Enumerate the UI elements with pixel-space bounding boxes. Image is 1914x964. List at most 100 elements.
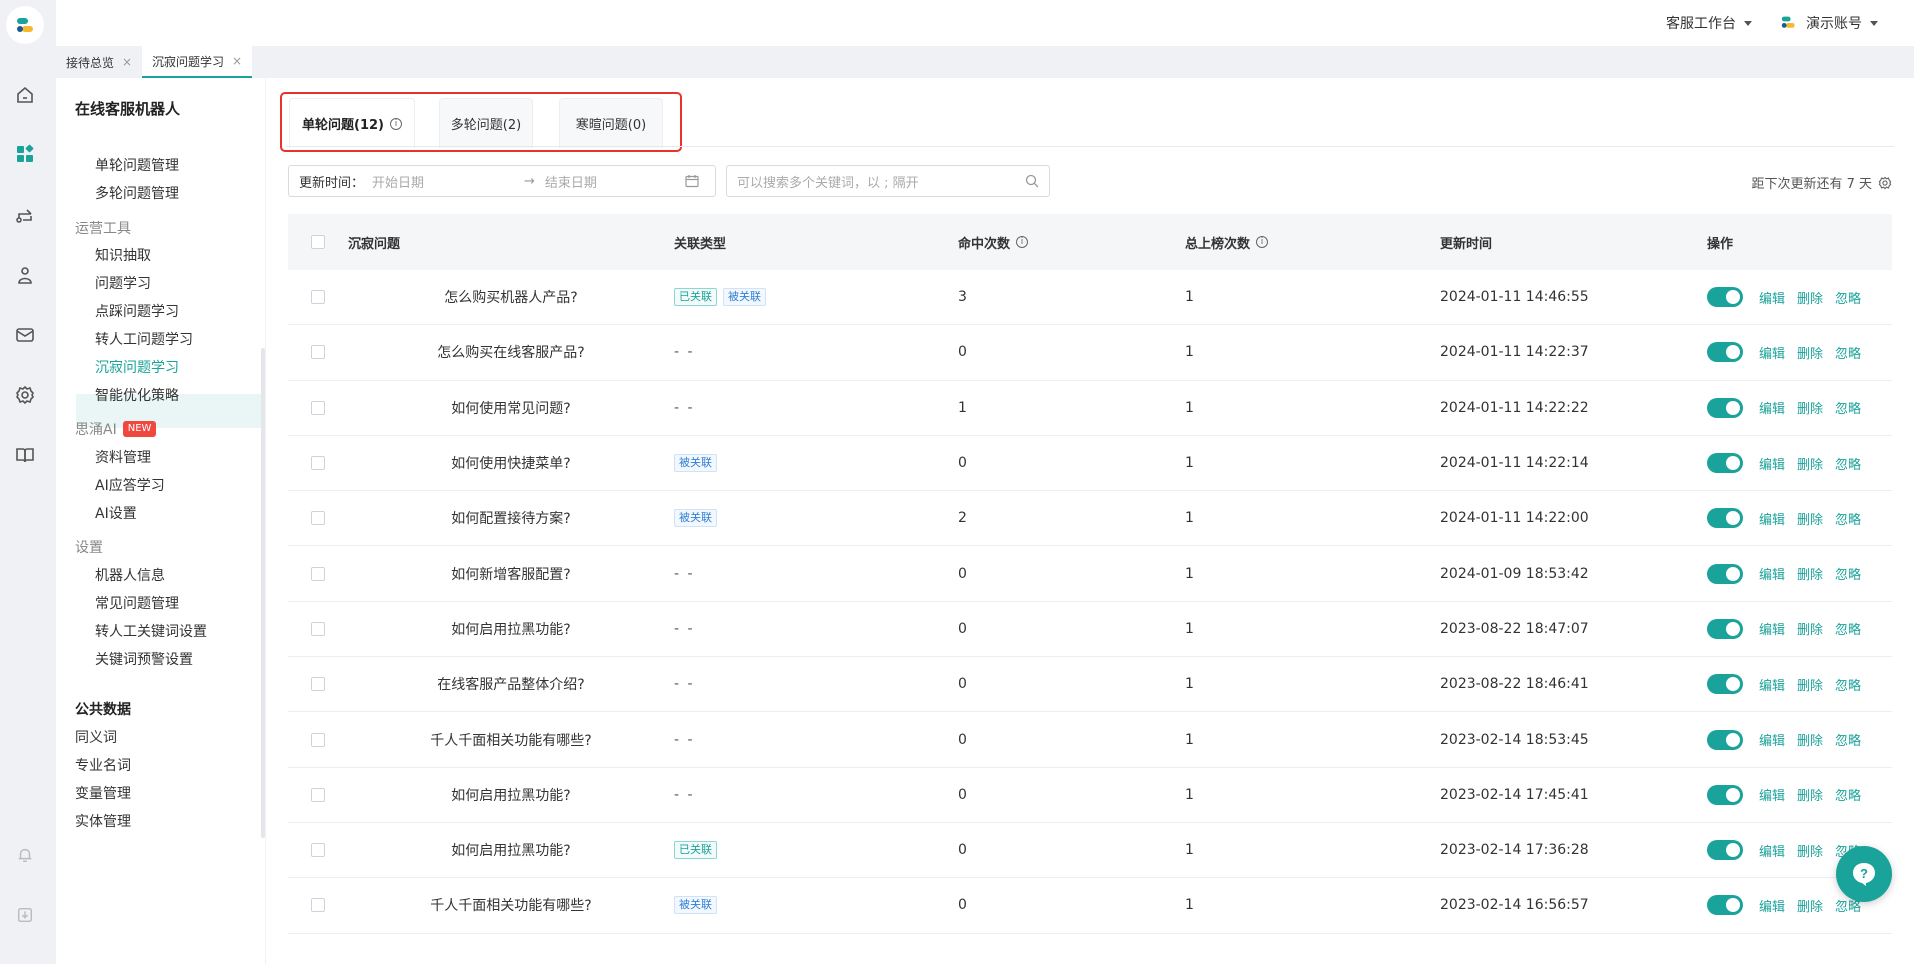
row-checkbox[interactable] bbox=[311, 732, 325, 747]
help-chat-button[interactable]: ? bbox=[1836, 846, 1892, 902]
sidebar-item-entities[interactable]: 实体管理 bbox=[75, 811, 131, 831]
ignore-link[interactable]: 忽略 bbox=[1835, 785, 1861, 804]
row-checkbox[interactable] bbox=[311, 843, 325, 858]
edit-link[interactable]: 编辑 bbox=[1759, 896, 1785, 915]
enable-toggle[interactable] bbox=[1707, 342, 1743, 363]
edit-link[interactable]: 编辑 bbox=[1759, 398, 1785, 417]
select-all-checkbox[interactable] bbox=[311, 235, 325, 249]
row-checkbox[interactable] bbox=[311, 898, 325, 913]
gear-icon[interactable] bbox=[1878, 176, 1892, 190]
row-checkbox[interactable] bbox=[311, 566, 325, 581]
sidebar-item-silent-learning[interactable]: 沉寂问题学习 bbox=[95, 357, 179, 377]
edit-link[interactable]: 编辑 bbox=[1759, 454, 1785, 473]
workspace-switcher[interactable]: 客服工作台 bbox=[1666, 13, 1752, 33]
sidebar-scrollbar[interactable] bbox=[261, 348, 265, 838]
ignore-link[interactable]: 忽略 bbox=[1835, 288, 1861, 307]
delete-link[interactable]: 删除 bbox=[1797, 454, 1823, 473]
ignore-link[interactable]: 忽略 bbox=[1835, 509, 1861, 528]
end-date-input[interactable]: 结束日期 bbox=[545, 172, 685, 191]
delete-link[interactable]: 删除 bbox=[1797, 619, 1823, 638]
delete-link[interactable]: 删除 bbox=[1797, 509, 1823, 528]
enable-toggle[interactable] bbox=[1707, 453, 1743, 474]
ignore-link[interactable]: 忽略 bbox=[1835, 343, 1861, 362]
sidebar-item-material[interactable]: 资料管理 bbox=[95, 447, 151, 467]
row-checkbox[interactable] bbox=[311, 787, 325, 802]
row-checkbox[interactable] bbox=[311, 511, 325, 526]
page-tab-silent-learning[interactable]: 沉寂问题学习 × bbox=[142, 46, 253, 78]
edit-link[interactable]: 编辑 bbox=[1759, 730, 1785, 749]
sidebar-item-variables[interactable]: 变量管理 bbox=[75, 783, 131, 803]
enable-toggle[interactable] bbox=[1707, 674, 1743, 695]
sidebar-item-single-turn[interactable]: 单轮问题管理 bbox=[95, 155, 179, 175]
sidebar-item-synonyms[interactable]: 同义词 bbox=[75, 727, 117, 747]
start-date-input[interactable]: 开始日期 bbox=[372, 172, 514, 191]
apps-icon[interactable] bbox=[12, 141, 38, 167]
bell-icon[interactable] bbox=[12, 842, 38, 868]
delete-link[interactable]: 删除 bbox=[1797, 730, 1823, 749]
edit-link[interactable]: 编辑 bbox=[1759, 841, 1785, 860]
ignore-link[interactable]: 忽略 bbox=[1835, 675, 1861, 694]
ignore-link[interactable]: 忽略 bbox=[1835, 564, 1861, 583]
edit-link[interactable]: 编辑 bbox=[1759, 785, 1785, 804]
delete-link[interactable]: 删除 bbox=[1797, 564, 1823, 583]
edit-link[interactable]: 编辑 bbox=[1759, 343, 1785, 362]
delete-link[interactable]: 删除 bbox=[1797, 896, 1823, 915]
enable-toggle[interactable] bbox=[1707, 784, 1743, 805]
ignore-link[interactable]: 忽略 bbox=[1835, 619, 1861, 638]
sidebar-item-multi-turn[interactable]: 多轮问题管理 bbox=[95, 183, 179, 203]
ignore-link[interactable]: 忽略 bbox=[1835, 454, 1861, 473]
edit-link[interactable]: 编辑 bbox=[1759, 619, 1785, 638]
enable-toggle[interactable] bbox=[1707, 895, 1743, 916]
row-checkbox[interactable] bbox=[311, 456, 325, 471]
date-range-picker[interactable]: 更新时间： 开始日期 → 结束日期 bbox=[288, 165, 716, 197]
sidebar-item-smart-optimize[interactable]: 智能优化策略 bbox=[95, 385, 179, 405]
settings-icon[interactable] bbox=[12, 382, 38, 408]
sidebar-item-transfer-keywords[interactable]: 转人工关键词设置 bbox=[95, 621, 207, 641]
enable-toggle[interactable] bbox=[1707, 563, 1743, 584]
sidebar-item-ai-learning[interactable]: AI应答学习 bbox=[95, 475, 165, 495]
row-checkbox[interactable] bbox=[311, 677, 325, 692]
edit-link[interactable]: 编辑 bbox=[1759, 288, 1785, 307]
download-icon[interactable] bbox=[12, 902, 38, 928]
ignore-link[interactable]: 忽略 bbox=[1835, 730, 1861, 749]
edit-link[interactable]: 编辑 bbox=[1759, 675, 1785, 694]
sidebar-item-faq[interactable]: 常见问题管理 bbox=[95, 593, 179, 613]
ignore-link[interactable]: 忽略 bbox=[1835, 398, 1861, 417]
app-logo-icon[interactable] bbox=[6, 6, 44, 44]
enable-toggle[interactable] bbox=[1707, 618, 1743, 639]
delete-link[interactable]: 删除 bbox=[1797, 398, 1823, 417]
close-icon[interactable]: × bbox=[232, 54, 242, 68]
sidebar-item-bot-info[interactable]: 机器人信息 bbox=[95, 565, 165, 585]
sidebar-item-terms[interactable]: 专业名词 bbox=[75, 755, 131, 775]
enable-toggle[interactable] bbox=[1707, 397, 1743, 418]
delete-link[interactable]: 删除 bbox=[1797, 343, 1823, 362]
delete-link[interactable]: 删除 bbox=[1797, 841, 1823, 860]
enable-toggle[interactable] bbox=[1707, 287, 1743, 308]
enable-toggle[interactable] bbox=[1707, 729, 1743, 750]
book-icon[interactable] bbox=[12, 442, 38, 468]
search-icon[interactable] bbox=[1025, 174, 1039, 188]
row-checkbox[interactable] bbox=[311, 400, 325, 415]
row-checkbox[interactable] bbox=[311, 621, 325, 636]
close-icon[interactable]: × bbox=[122, 55, 132, 69]
sidebar-item-transfer-learning[interactable]: 转人工问题学习 bbox=[95, 329, 193, 349]
delete-link[interactable]: 删除 bbox=[1797, 288, 1823, 307]
enable-toggle[interactable] bbox=[1707, 508, 1743, 529]
enable-toggle[interactable] bbox=[1707, 840, 1743, 861]
page-tab-overview[interactable]: 接待总览 × bbox=[56, 46, 142, 78]
sidebar-item-keyword-alert[interactable]: 关键词预警设置 bbox=[95, 649, 193, 669]
sidebar-item-dislike-learning[interactable]: 点踩问题学习 bbox=[95, 301, 179, 321]
search-input[interactable]: 可以搜索多个关键词，以 ; 隔开 bbox=[726, 165, 1050, 197]
row-checkbox[interactable] bbox=[311, 290, 325, 305]
sidebar-item-question-learning[interactable]: 问题学习 bbox=[95, 273, 151, 293]
edit-link[interactable]: 编辑 bbox=[1759, 564, 1785, 583]
row-checkbox[interactable] bbox=[311, 345, 325, 360]
flow-icon[interactable] bbox=[12, 202, 38, 228]
mail-icon[interactable] bbox=[12, 322, 38, 348]
sidebar-item-ai-settings[interactable]: AI设置 bbox=[95, 503, 137, 523]
account-menu[interactable]: 演示账号 bbox=[1780, 13, 1878, 33]
bot-icon[interactable] bbox=[12, 262, 38, 288]
delete-link[interactable]: 删除 bbox=[1797, 675, 1823, 694]
edit-link[interactable]: 编辑 bbox=[1759, 509, 1785, 528]
home-icon[interactable] bbox=[12, 82, 38, 108]
